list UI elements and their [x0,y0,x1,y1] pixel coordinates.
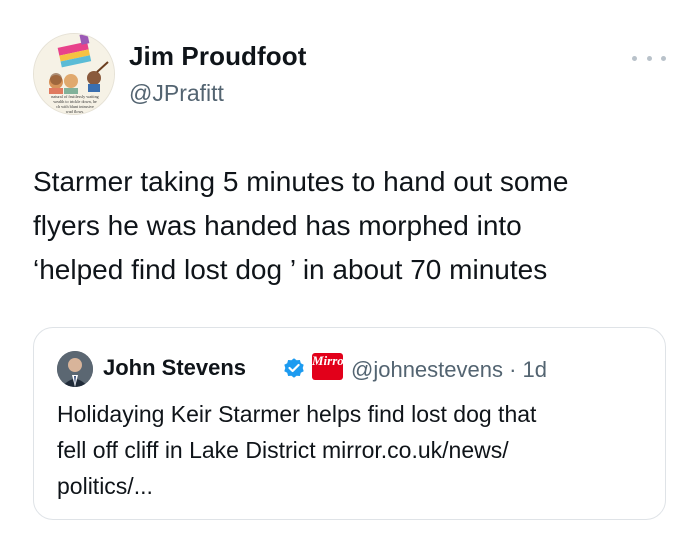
quoted-tweet-card[interactable]: John Stevens Mirror @johnestevens · 1d H… [33,327,666,520]
avatar-illustration: natural of fruitlessly waiting wealth to… [34,34,114,114]
avatar-caption-4: wad flows. [66,109,84,114]
more-horizontal-icon-dot [661,55,666,61]
tweet-text: Starmer taking 5 minutes to hand out som… [33,160,673,292]
more-options-button[interactable] [632,48,666,68]
quoted-tweet-text: Holidaying Keir Starmer helps find lost … [57,396,652,504]
quoted-text-line: Holidaying Keir Starmer helps find lost … [57,401,537,427]
mirror-logo-badge: Mirror [312,353,349,380]
quoted-text-line: fell off cliff in Lake District mirror.c… [57,437,509,463]
more-horizontal-icon [632,55,637,61]
more-horizontal-icon-dot [646,55,652,61]
quoted-author-avatar[interactable] [57,351,93,387]
tweet-text-line: ‘helped find lost dog ’ in about 70 minu… [33,254,548,285]
verified-badge-icon [284,358,304,378]
tweet: natural of fruitlessly waiting wealth to… [0,0,700,547]
author-name[interactable]: Jim Proudfoot [129,41,307,72]
author-handle[interactable]: @JPrafitt [129,80,224,107]
quoted-handle-and-time: @johnestevens · 1d [351,357,548,382]
quoted-avatar-photo [57,351,93,387]
tweet-text-line: flyers he was handed has morphed into [33,210,522,241]
author-avatar[interactable]: natural of fruitlessly waiting wealth to… [33,33,115,115]
tweet-text-line: Starmer taking 5 minutes to hand out som… [33,166,569,197]
quoted-text-line: politics/... [57,473,153,499]
quoted-author-name[interactable]: John Stevens [103,355,246,381]
